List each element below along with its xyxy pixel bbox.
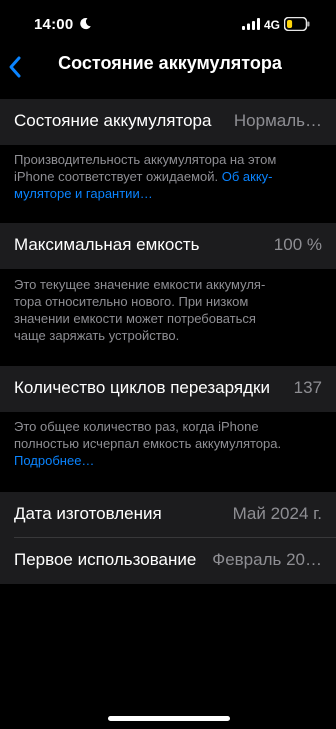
footnote-line: Это общее количество раз, когда iPhone: [14, 419, 259, 434]
max-capacity-footnote: Это текущее значение емкости аккумуля- т…: [14, 276, 324, 344]
cellular-signal-icon: [242, 18, 260, 30]
battery-health-value: Нормаль…: [233, 111, 322, 130]
first-use-value: Февраль 20…: [212, 550, 322, 569]
battery-health-footnote: Производительность аккумулятора на этом …: [14, 151, 324, 202]
footnote-line: Это текущее значение емкости аккумуля-: [14, 277, 266, 292]
first-use-label: Первое использование: [14, 550, 197, 569]
network-type: 4G: [264, 18, 281, 32]
footnote-line: iPhone соответствует ожидаемой. Об акку-: [14, 168, 324, 185]
footnote-line: чаще заряжать устройство.: [14, 328, 180, 343]
manufacture-date-row: Дата изготовления Май 2024 г.: [0, 492, 336, 538]
footnote-text: iPhone соответствует ожидаемой.: [14, 169, 222, 184]
battery-warranty-link[interactable]: Об акку-: [222, 169, 273, 184]
footnote-line: тора относительно нового. При низком: [14, 294, 249, 309]
home-indicator[interactable]: [108, 716, 230, 721]
footnote-line: Производительность аккумулятора на этом: [14, 152, 277, 167]
manufacture-date-value: Май 2024 г.: [232, 504, 322, 523]
cycle-count-value: 137: [293, 378, 322, 397]
learn-more-link[interactable]: Подробнее…: [14, 452, 324, 469]
footnote-line: значении емкости может потребоваться: [14, 311, 256, 326]
max-capacity-value: 100 %: [273, 235, 322, 254]
max-capacity-label: Максимальная емкость: [14, 235, 200, 254]
navigation-bar: Состояние аккумулятора: [0, 48, 336, 92]
moon-icon: [80, 17, 91, 30]
cycle-count-row: Количество циклов перезарядки 137: [0, 366, 336, 412]
status-bar: 14:00 4G: [0, 0, 336, 48]
battery-health-row[interactable]: Состояние аккумулятора Нормаль…: [0, 99, 336, 145]
first-use-row: Первое использование Февраль 20…: [0, 538, 336, 584]
battery-icon: [284, 17, 310, 31]
cycle-count-label: Количество циклов перезарядки: [14, 378, 270, 397]
status-time: 14:00: [34, 16, 74, 33]
battery-warranty-link-continued[interactable]: муляторе и гарантии…: [14, 185, 324, 202]
page-title: Состояние аккумулятора: [58, 53, 282, 73]
manufacture-date-label: Дата изготовления: [14, 504, 162, 523]
cycle-count-footnote: Это общее количество раз, когда iPhone п…: [14, 418, 324, 469]
battery-health-label: Состояние аккумулятора: [14, 111, 212, 130]
battery-level-fill: [287, 20, 293, 28]
footnote-line: полностью исчерпал емкость аккумулятора.: [14, 436, 282, 451]
max-capacity-row: Максимальная емкость 100 %: [0, 223, 336, 269]
